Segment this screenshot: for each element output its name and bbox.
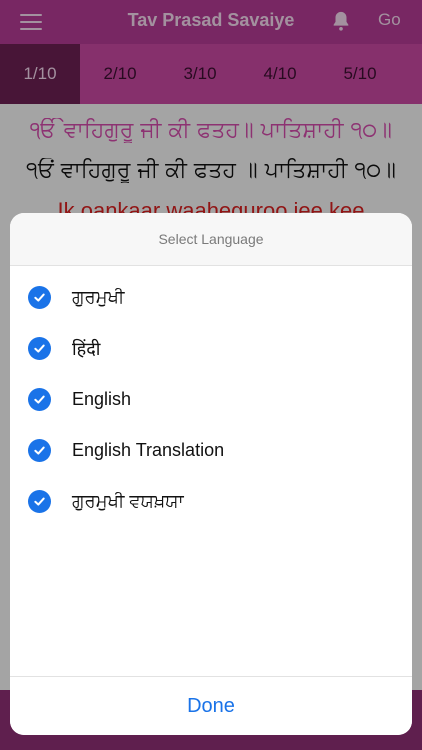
checkmark-icon[interactable]	[28, 286, 51, 309]
checkmark-icon[interactable]	[28, 337, 51, 360]
checkmark-icon[interactable]	[28, 388, 51, 411]
done-button[interactable]: Done	[10, 676, 412, 735]
language-option-gurmukhi-vyakhya[interactable]: ਗੁਰਮੁਖੀ ਵਯਖ਼ਯਾ	[10, 476, 412, 527]
language-option-gurmukhi[interactable]: ਗੁਰਮੁਖੀ	[10, 272, 412, 323]
checkmark-icon[interactable]	[28, 490, 51, 513]
checkmark-icon[interactable]	[28, 439, 51, 462]
language-option-label: ਗੁਰਮੁਖੀ ਵਯਖ਼ਯਾ	[72, 491, 184, 511]
dialog-title: Select Language	[10, 213, 412, 266]
language-option-hindi[interactable]: हिंदी	[10, 323, 412, 374]
language-dialog: Select Language ਗੁਰਮੁਖੀ हिंदी English En…	[10, 213, 412, 735]
language-option-english[interactable]: English	[10, 374, 412, 425]
language-option-label: English Translation	[72, 440, 225, 460]
language-option-label: English	[72, 389, 132, 409]
language-option-label: हिंदी	[72, 338, 101, 359]
language-options: ਗੁਰਮੁਖੀ हिंदी English English Translatio…	[10, 266, 412, 527]
language-option-label: ਗੁਰਮੁਖੀ	[72, 287, 125, 307]
language-option-english-translation[interactable]: English Translation	[10, 425, 412, 476]
